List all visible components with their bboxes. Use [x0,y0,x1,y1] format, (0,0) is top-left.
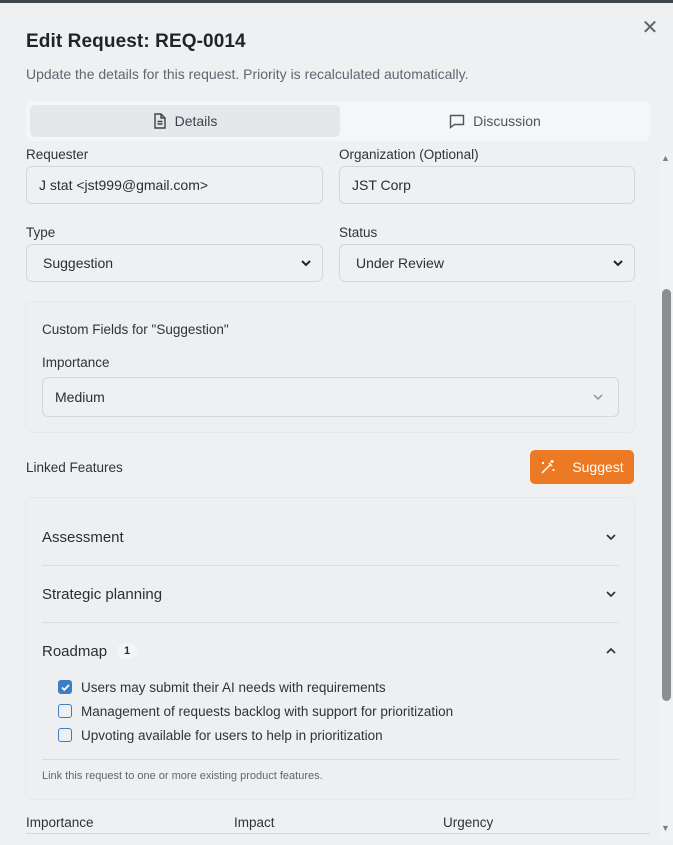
chevron-down-icon [593,394,603,400]
document-icon [153,113,166,129]
divider [42,759,619,760]
priority-urgency-header: Urgency [443,815,494,830]
tab-bar: Details Discussion [26,101,650,141]
importance-value: Medium [55,389,105,405]
status-label: Status [339,225,378,240]
chevron-down-icon [606,534,616,541]
importance-select[interactable]: Medium [42,377,619,417]
chevron-down-icon [613,260,623,267]
accordion-strategic-planning-title: Strategic planning [42,585,163,603]
scroll-up-arrow-icon[interactable]: ▲ [661,153,670,163]
chevron-up-icon [606,647,616,654]
organization-input[interactable]: JST Corp [339,166,635,204]
feature-checkbox[interactable] [58,728,72,742]
details-panel[interactable]: Requester Organization (Optional) J stat… [0,143,660,845]
checkmark-icon [60,683,70,691]
accordion-assessment-title: Assessment [42,528,124,546]
dialog-description: Update the details for this request. Pri… [26,66,469,82]
custom-fields-title: Custom Fields for "Suggestion" [42,322,229,337]
priority-importance-header: Importance [26,815,94,830]
roadmap-feature-item[interactable]: Upvoting available for users to help in … [58,725,383,745]
suggest-button[interactable]: Suggest [530,450,634,484]
feature-checkbox[interactable] [58,680,72,694]
accordion-assessment[interactable]: Assessment [42,509,619,565]
feature-label: Management of requests backlog with supp… [81,703,454,719]
accordion-strategic-planning[interactable]: Strategic planning [42,566,619,622]
feature-label: Upvoting available for users to help in … [81,727,383,743]
suggest-label: Suggest [572,459,624,475]
importance-label: Importance [42,355,110,370]
dialog-title: Edit Request: REQ-0014 [26,31,246,52]
close-icon[interactable]: ✕ [640,18,660,38]
requester-value: J stat <jst999@gmail.com> [39,177,209,193]
feature-checkbox[interactable] [58,704,72,718]
chevron-down-icon [301,260,311,267]
linked-features-hint: Link this request to one or more existin… [42,770,323,782]
type-select[interactable]: Suggestion [26,244,323,282]
type-label: Type [26,225,56,240]
type-value: Suggestion [43,255,114,271]
tab-discussion[interactable]: Discussion [340,105,650,137]
accordion-roadmap-title: Roadmap [42,642,108,660]
scroll-down-arrow-icon[interactable]: ▼ [661,823,670,833]
tab-discussion-label: Discussion [473,113,541,129]
feature-label: Users may submit their AI needs with req… [81,679,386,695]
chevron-down-icon [606,591,616,598]
organization-label: Organization (Optional) [339,147,479,162]
magic-wand-icon [541,460,555,474]
roadmap-feature-item[interactable]: Users may submit their AI needs with req… [58,677,386,697]
edit-request-dialog: ✕ Edit Request: REQ-0014 Update the deta… [0,3,673,845]
roadmap-feature-item[interactable]: Management of requests backlog with supp… [58,701,453,721]
linked-features-label: Linked Features [26,460,123,475]
chat-bubble-icon [449,114,465,129]
requester-label: Requester [26,147,89,162]
status-value: Under Review [356,255,444,271]
priority-impact-header: Impact [234,815,275,830]
scrollbar-thumb[interactable] [662,289,671,701]
tab-details-label: Details [174,113,218,129]
status-select[interactable]: Under Review [339,244,635,282]
organization-value: JST Corp [352,177,411,193]
accordion-roadmap[interactable]: Roadmap 1 [42,623,619,679]
divider [26,833,650,834]
tab-details[interactable]: Details [30,105,340,137]
roadmap-count-badge: 1 [117,643,138,659]
requester-input[interactable]: J stat <jst999@gmail.com> [26,166,323,204]
